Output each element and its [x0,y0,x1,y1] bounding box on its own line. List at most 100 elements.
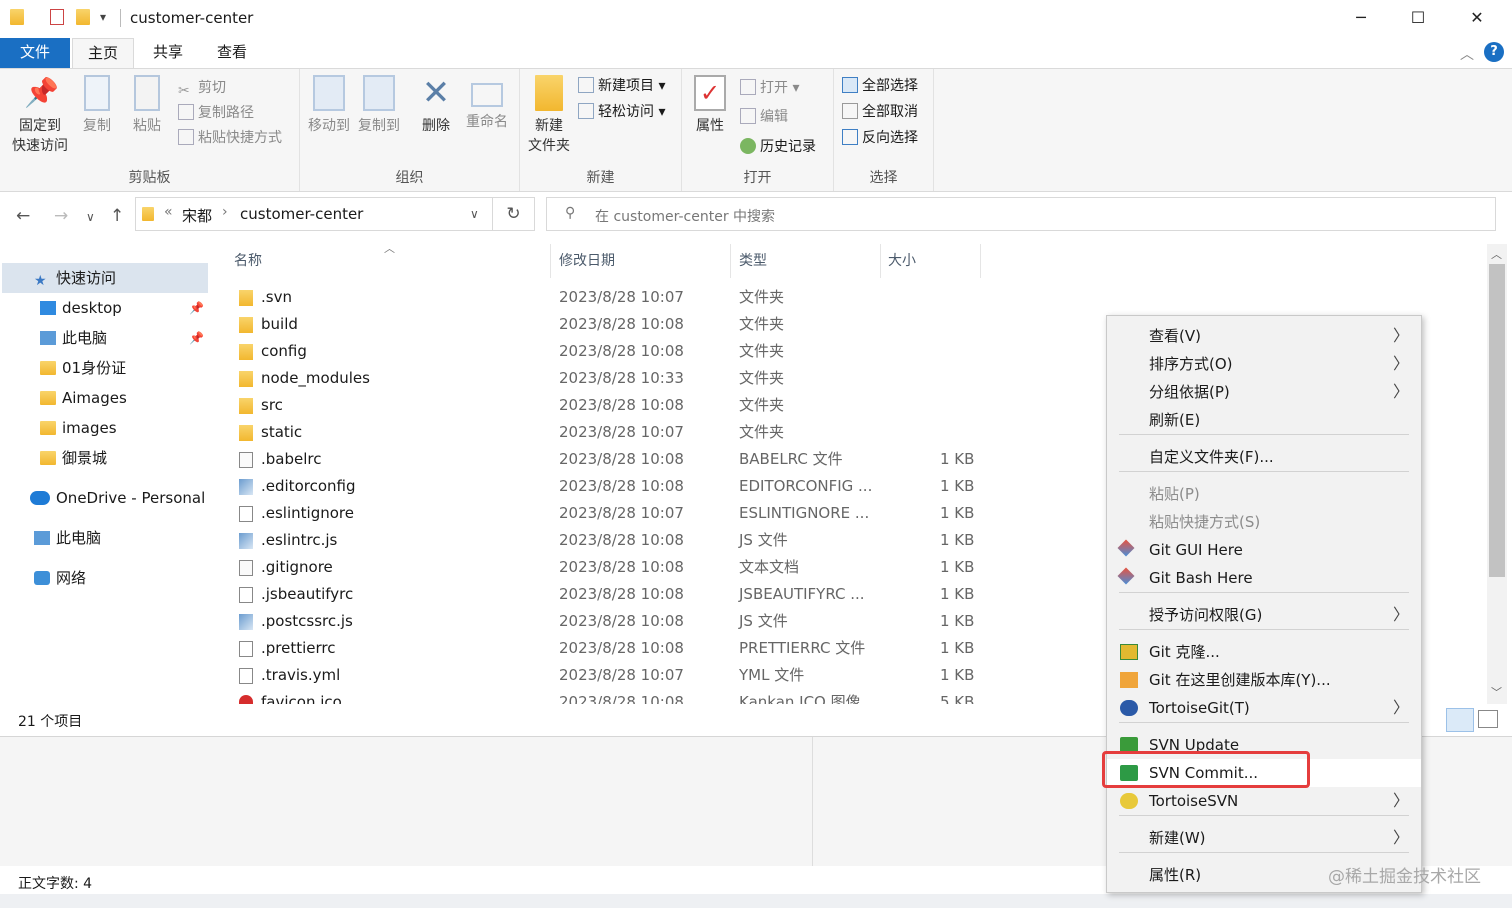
new-folder-quick-icon[interactable] [76,9,90,25]
context-menu-item[interactable]: 排序方式(O) 〉 [1107,350,1421,378]
file-row[interactable]: .postcssrc.js 2023/8/28 10:08 JS 文件 1 KB [222,608,1102,635]
file-row[interactable]: .editorconfig 2023/8/28 10:08 EDITORCONFIG… [222,473,1102,500]
address-dropdown-chevron-icon[interactable]: ∨ [470,207,479,221]
context-menu-item[interactable]: Git 克隆... [1107,638,1421,666]
move-to-button[interactable]: 移动到 [306,75,352,135]
file-row[interactable]: .jsbeautifyrc 2023/8/28 10:08 JSBEAUTIFYRC… [222,581,1102,608]
file-row[interactable]: node_modules 2023/8/28 10:33 文件夹 [222,365,1102,392]
column-header-type[interactable]: 类型 [739,250,767,270]
column-header-size[interactable]: 大小 [888,250,916,270]
collapse-ribbon-chevron-icon[interactable]: ︿ [1460,44,1474,64]
context-menu-item[interactable]: 刷新(E) [1107,406,1421,434]
properties-button[interactable]: ✓ 属性 [690,75,730,135]
file-row[interactable]: .svn 2023/8/28 10:07 文件夹 [222,284,1102,311]
annotation-highlight-box [1102,751,1310,788]
nav-item-desktop[interactable]: desktop 📌 [0,293,210,323]
context-menu-item[interactable]: 新建(W) 〉 [1107,824,1421,852]
edit-button[interactable]: 编辑 [740,106,788,128]
select-all-button[interactable]: 全部选择 [842,75,918,97]
file-row[interactable]: .eslintrc.js 2023/8/28 10:08 JS 文件 1 KB [222,527,1102,554]
cut-button[interactable]: ✂ 剪切 [178,77,226,99]
help-icon[interactable]: ? [1484,42,1504,62]
file-row[interactable]: favicon.ico 2023/8/28 10:08 Kankan ICO 图像 5… [222,689,1102,704]
file-row[interactable]: .prettierrc 2023/8/28 10:08 PRETTIERRC 文件 1… [222,635,1102,662]
scrollbar-thumb[interactable] [1489,264,1505,577]
maximize-button[interactable]: ☐ [1395,4,1441,32]
copy-button[interactable]: 复制 [78,75,116,135]
vertical-scrollbar[interactable]: ︿ ﹀ [1487,244,1507,704]
delete-button[interactable]: ✕ 删除 [416,75,456,135]
nav-item-this-pc[interactable]: 此电脑 [0,523,210,553]
column-divider[interactable] [730,244,731,278]
refresh-icon[interactable]: ↻ [493,197,535,231]
file-row[interactable]: src 2023/8/28 10:08 文件夹 [222,392,1102,419]
context-menu-item[interactable]: TortoiseGit(T) 〉 [1107,694,1421,722]
breadcrumb-item-2[interactable]: customer-center [240,205,363,223]
rename-button[interactable]: 重命名 [462,75,512,131]
nav-item-folder[interactable]: Aimages [0,383,210,413]
nav-item-quick-access[interactable]: ★ 快速访问 [2,263,208,293]
nav-item-onedrive[interactable]: OneDrive - Personal [0,483,210,513]
nav-item-network[interactable]: 网络 [0,563,210,593]
scroll-up-icon[interactable]: ︿ [1491,246,1502,262]
easy-access-button[interactable]: 轻松访问 ▾ [578,101,665,123]
context-menu-item[interactable]: 查看(V) 〉 [1107,322,1421,350]
large-icons-view-icon[interactable] [1478,710,1498,728]
open-button[interactable]: 打开 ▾ [740,77,799,99]
file-row[interactable]: .gitignore 2023/8/28 10:08 文本文档 1 KB [222,554,1102,581]
file-row[interactable]: static 2023/8/28 10:07 文件夹 [222,419,1102,446]
file-row[interactable]: build 2023/8/28 10:08 文件夹 [222,311,1102,338]
recent-locations-chevron-icon[interactable]: ∨ [86,210,95,224]
tab-share[interactable]: 共享 [138,38,198,68]
nav-item-this-pc-pinned[interactable]: 此电脑 📌 [0,323,210,353]
nav-item-folder[interactable]: 御景城 [0,443,210,473]
column-divider[interactable] [880,244,881,278]
new-item-button[interactable]: 新建项目 ▾ [578,75,665,97]
context-menu-item[interactable]: 自定义文件夹(F)... [1107,443,1421,471]
copy-path-button[interactable]: 复制路径 [178,102,254,124]
select-none-button[interactable]: 全部取消 [842,101,918,123]
column-divider[interactable] [550,244,551,278]
search-input[interactable]: ⚲ 在 customer-center 中搜索 [546,197,1496,231]
breadcrumb-item-1[interactable]: 宋都 [182,205,212,226]
nav-item-folder[interactable]: 01身份证 [0,353,210,383]
tab-view[interactable]: 查看 [202,38,262,68]
properties-check-icon[interactable] [50,9,64,25]
context-menu-item[interactable]: 分组依据(P) 〉 [1107,378,1421,406]
file-row[interactable]: .travis.yml 2023/8/28 10:07 YML 文件 1 KB [222,662,1102,689]
column-divider[interactable] [980,244,981,278]
up-arrow-icon[interactable]: ↑ [110,206,124,226]
customize-toolbar-chevron-icon[interactable]: ▾ [100,10,106,24]
tab-home[interactable]: 主页 [72,38,134,68]
column-header-name[interactable]: 名称 [234,250,262,270]
column-header-date[interactable]: 修改日期 [559,250,615,270]
forward-arrow-icon[interactable]: → [54,206,68,226]
details-view-icon[interactable] [1446,708,1474,732]
file-row[interactable]: .eslintignore 2023/8/28 10:07 ESLINTIGNORE… [222,500,1102,527]
scroll-down-icon[interactable]: ﹀ [1491,684,1502,700]
invert-selection-button[interactable]: 反向选择 [842,127,918,149]
minimize-button[interactable]: ─ [1338,4,1384,32]
context-menu-item[interactable]: Git Bash Here [1107,564,1421,592]
context-menu-item[interactable]: 授予访问权限(G) 〉 [1107,601,1421,629]
pin-quick-access-button[interactable]: 📌 固定到 快速访问 [8,75,72,155]
context-menu-item[interactable]: Git GUI Here [1107,536,1421,564]
file-row[interactable]: .babelrc 2023/8/28 10:08 BABELRC 文件 1 KB [222,446,1102,473]
context-menu-item[interactable]: TortoiseSVN 〉 [1107,787,1421,815]
back-arrow-icon[interactable]: ← [16,206,30,226]
tab-file[interactable]: 文件 [0,38,70,68]
pin-icon[interactable]: 📌 [189,293,204,323]
pin-icon[interactable]: 📌 [189,323,204,353]
paste-button[interactable]: 粘贴 [126,75,168,135]
breadcrumb-overflow[interactable]: « [164,204,173,220]
history-button[interactable]: 历史记录 [740,136,816,158]
close-button[interactable]: ✕ [1454,4,1500,32]
breadcrumb-separator[interactable]: › [222,204,228,220]
address-bar[interactable]: « 宋都 › customer-center ∨ [135,197,493,231]
paste-shortcut-button[interactable]: 粘贴快捷方式 [178,127,282,149]
copy-to-button[interactable]: 复制到 [356,75,402,135]
file-row[interactable]: config 2023/8/28 10:08 文件夹 [222,338,1102,365]
context-menu-item[interactable]: Git 在这里创建版本库(Y)... [1107,666,1421,694]
new-folder-button[interactable]: 新建 文件夹 [524,75,574,155]
nav-item-folder[interactable]: images [0,413,210,443]
